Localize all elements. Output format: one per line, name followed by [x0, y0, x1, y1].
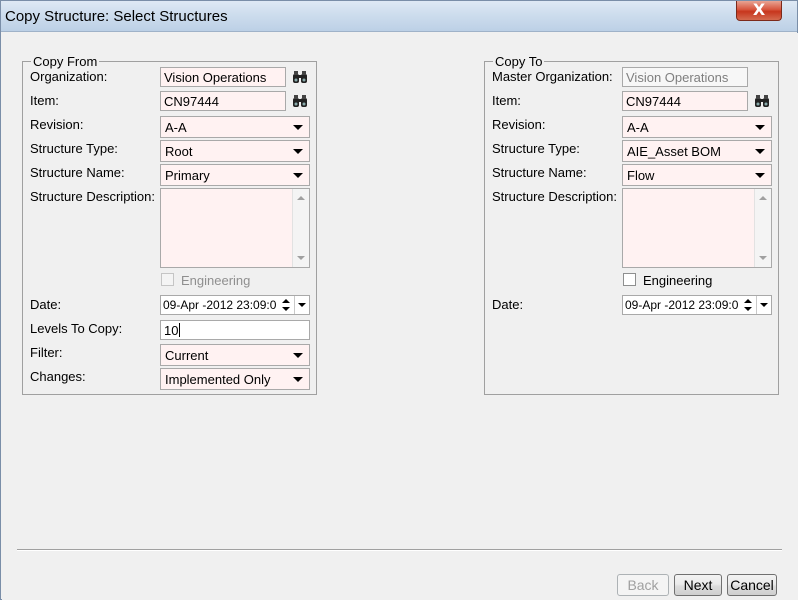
- from-organization-binoculars-icon[interactable]: [292, 70, 308, 84]
- to-structure-name-select[interactable]: Flow: [622, 164, 772, 186]
- from-organization-label: Organization:: [30, 69, 108, 84]
- to-date-value: 09-Apr -2012 23:09:0: [625, 298, 739, 312]
- from-revision-select[interactable]: A-A: [160, 116, 310, 138]
- to-master-organization-label: Master Organization:: [492, 69, 613, 84]
- to-revision-label: Revision:: [492, 117, 546, 132]
- from-structure-name-select[interactable]: Primary: [160, 164, 310, 186]
- to-structure-type-value: AIE_Asset BOM: [627, 144, 721, 159]
- back-button[interactable]: Back: [617, 574, 669, 596]
- copy-to-legend: Copy To: [493, 54, 545, 69]
- from-structure-type-value: Root: [165, 144, 193, 159]
- close-icon: X: [752, 0, 766, 19]
- spin-up-icon: [282, 299, 290, 303]
- title-bar: Copy Structure: Select Structures X: [1, 1, 797, 32]
- chevron-down-icon: [755, 149, 765, 154]
- cancel-button[interactable]: Cancel: [727, 574, 777, 596]
- from-revision-label: Revision:: [30, 117, 84, 132]
- spin-up-icon: [744, 299, 752, 303]
- from-date-label: Date:: [30, 297, 62, 312]
- from-item-field[interactable]: CN97444: [160, 91, 286, 111]
- changes-label: Changes:: [30, 369, 86, 384]
- chevron-down-icon: [293, 125, 303, 130]
- chevron-down-icon: [755, 125, 765, 130]
- from-item-label: Item:: [30, 93, 59, 108]
- filter-select[interactable]: Current: [160, 344, 310, 366]
- scrollbar[interactable]: [754, 189, 771, 267]
- to-revision-select[interactable]: A-A: [622, 116, 772, 138]
- from-structure-name-value: Primary: [165, 168, 210, 183]
- from-structure-description-textarea[interactable]: [160, 188, 310, 268]
- dialog-body: Copy From Organization: Vision Operation…: [2, 33, 798, 600]
- to-item-binoculars-icon[interactable]: [754, 94, 770, 108]
- chevron-down-icon: [293, 173, 303, 178]
- to-date-picker[interactable]: 09-Apr -2012 23:09:0: [622, 295, 772, 315]
- to-item-label: Item:: [492, 93, 521, 108]
- from-engineering-label: Engineering: [181, 273, 251, 288]
- scrollbar[interactable]: [292, 189, 309, 267]
- chevron-down-icon: [298, 303, 306, 307]
- from-date-picker[interactable]: 09-Apr -2012 23:09:0: [160, 295, 310, 315]
- chevron-down-icon: [293, 353, 303, 358]
- dialog-window: Copy Structure: Select Structures X Copy…: [0, 0, 798, 600]
- scroll-down-icon: [759, 256, 767, 260]
- from-revision-value: A-A: [165, 120, 187, 135]
- spin-down-icon: [744, 307, 752, 311]
- levels-to-copy-label: Levels To Copy:: [30, 321, 123, 336]
- levels-to-copy-value: 10: [164, 323, 179, 338]
- from-item-binoculars-icon[interactable]: [292, 94, 308, 108]
- from-structure-type-select[interactable]: Root: [160, 140, 310, 162]
- to-master-organization-field: Vision Operations: [622, 67, 748, 87]
- from-date-value: 09-Apr -2012 23:09:0: [163, 298, 277, 312]
- to-structure-type-select[interactable]: AIE_Asset BOM: [622, 140, 772, 162]
- scroll-up-icon: [297, 196, 305, 200]
- changes-value: Implemented Only: [165, 372, 271, 387]
- close-button[interactable]: X: [736, 1, 782, 21]
- levels-to-copy-field[interactable]: 10: [160, 320, 310, 340]
- date-dropdown-button[interactable]: [294, 296, 309, 314]
- chevron-down-icon: [760, 303, 768, 307]
- to-structure-description-label: Structure Description:: [492, 189, 617, 204]
- window-title: Copy Structure: Select Structures: [5, 8, 228, 25]
- to-structure-description-textarea[interactable]: [622, 188, 772, 268]
- chevron-down-icon: [293, 149, 303, 154]
- chevron-down-icon: [755, 173, 765, 178]
- from-structure-name-label: Structure Name:: [30, 165, 125, 180]
- to-date-label: Date:: [492, 297, 524, 312]
- to-structure-name-label: Structure Name:: [492, 165, 587, 180]
- from-organization-field[interactable]: Vision Operations: [160, 67, 286, 87]
- to-item-field[interactable]: CN97444: [622, 91, 748, 111]
- scroll-down-icon: [297, 256, 305, 260]
- to-engineering-label: Engineering: [643, 273, 713, 288]
- chevron-down-icon: [293, 377, 303, 382]
- copy-from-legend: Copy From: [31, 54, 100, 69]
- spin-down-icon: [282, 307, 290, 311]
- next-button[interactable]: Next: [674, 574, 722, 596]
- filter-label: Filter:: [30, 345, 63, 360]
- date-spinner[interactable]: [742, 297, 754, 313]
- to-structure-name-value: Flow: [627, 168, 655, 183]
- filter-value: Current: [165, 348, 209, 363]
- footer-divider: [17, 549, 782, 551]
- to-revision-value: A-A: [627, 120, 649, 135]
- to-engineering-checkbox[interactable]: [623, 273, 636, 286]
- date-dropdown-button[interactable]: [756, 296, 771, 314]
- from-structure-description-label: Structure Description:: [30, 189, 155, 204]
- text-caret: [179, 323, 181, 337]
- date-spinner[interactable]: [280, 297, 292, 313]
- to-structure-type-label: Structure Type:: [492, 141, 580, 156]
- scroll-up-icon: [759, 196, 767, 200]
- from-structure-type-label: Structure Type:: [30, 141, 118, 156]
- changes-select[interactable]: Implemented Only: [160, 368, 310, 390]
- from-engineering-checkbox[interactable]: [161, 273, 174, 286]
